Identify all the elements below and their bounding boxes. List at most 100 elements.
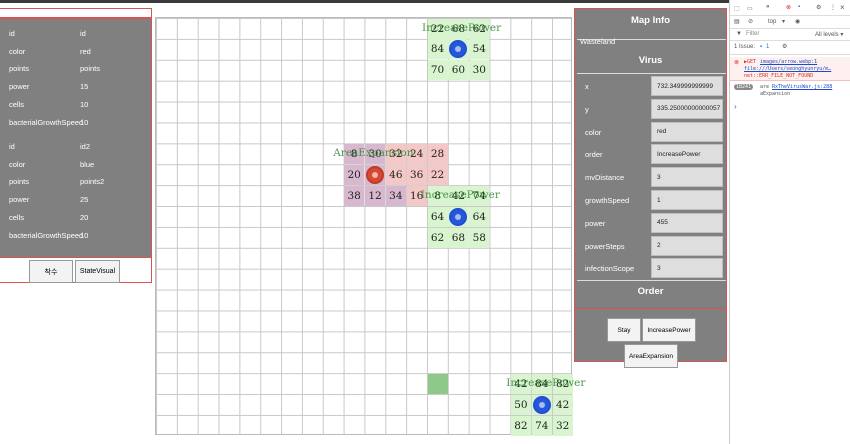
grid-cell[interactable]: 54 — [469, 39, 490, 60]
menu-icon[interactable]: ⋮ — [830, 4, 836, 11]
stat-value: points2 — [80, 177, 105, 187]
virus-field-value[interactable]: red — [651, 121, 723, 142]
grid-cell[interactable]: 64 — [427, 206, 448, 227]
left-top-input[interactable] — [0, 8, 152, 18]
area-expansion-button[interactable]: AreaExpansion — [624, 344, 678, 368]
grid-cell[interactable]: 36 — [406, 164, 427, 185]
virus-field-value[interactable]: 1 — [651, 190, 723, 210]
issues-settings-icon[interactable]: ⚙ — [782, 43, 787, 50]
error-resource-link[interactable]: images/arrow.webp:1 — [760, 59, 817, 65]
grid-cell[interactable]: 20 — [344, 164, 365, 185]
virus-field-value[interactable]: 335.25000000000057 — [651, 98, 723, 119]
grid-cell[interactable]: 84 — [427, 39, 448, 60]
virus-field-row: powerSteps 2 — [585, 235, 723, 257]
inspect-icon[interactable]: ⬚ — [734, 5, 740, 12]
console-prompt[interactable]: › — [734, 102, 737, 111]
grid-cell[interactable]: 82 — [510, 415, 531, 436]
grid-cell[interactable]: 12 — [365, 185, 385, 206]
virus-order-label: IncreasePower — [506, 377, 586, 390]
stat-row: color blue — [9, 160, 149, 170]
terrain-label: Wasteland — [580, 37, 616, 46]
virus-field-value[interactable]: 732.349999999999 — [651, 76, 723, 96]
virus-field-label: color — [585, 127, 602, 137]
left-button-bar: 착수 StateVisual — [0, 258, 152, 283]
virus-field-label: power — [585, 218, 606, 228]
stat-value: points — [80, 64, 101, 74]
virus-field-value[interactable]: 3 — [651, 258, 723, 279]
virus-field-value[interactable]: 455 — [651, 212, 723, 233]
game-board-grid[interactable]: 22 68 62 84 54 70 60 30 IncreasePower 8 30 32 24 28 20… — [155, 17, 585, 436]
grid-cell[interactable]: 58 — [469, 227, 490, 248]
map-info-title: Map Info — [630, 15, 671, 26]
log-text-continued: aExpansion — [760, 91, 791, 97]
clear-console-icon[interactable]: ⊘ — [748, 18, 753, 25]
virus-order-label: AreaExpansion — [333, 147, 414, 160]
error-count-icon[interactable]: ⊗ — [786, 4, 791, 11]
stat-key: bacterialGrowthSpeed — [9, 117, 84, 127]
sidebar-toggle-icon[interactable]: ▤ — [734, 18, 740, 25]
grid-cell[interactable]: 60 — [448, 60, 469, 81]
more-tabs-icon[interactable]: » — [766, 4, 769, 10]
error-file-link[interactable]: file:///Users/seonghyunryu/m… — [744, 66, 831, 72]
filter-icon: ▼ — [736, 31, 742, 37]
stat-key: color — [9, 159, 26, 169]
grid-cell[interactable]: 46 — [385, 164, 406, 185]
grid-cell[interactable]: 28 — [427, 143, 448, 164]
virus-field-row: growthSpeed 1 — [585, 190, 723, 211]
grid-cell[interactable]: 30 — [469, 60, 490, 81]
virus-field-value[interactable]: 3 — [651, 167, 723, 188]
filter-input[interactable]: Filter — [746, 31, 759, 37]
issues-label[interactable]: 1 Issue: — [734, 44, 755, 50]
stat-row: color red — [9, 47, 149, 57]
devtools-panel: ⬚ ▭ » ⊗ ▪ ⚙ ⋮ × ▤ ⊘ top ▾ ◉ ▼ Filter All… — [729, 0, 850, 444]
stat-key: points — [9, 177, 30, 187]
increase-power-button[interactable]: IncreasePower — [642, 318, 696, 342]
grid-cell[interactable]: 62 — [427, 227, 448, 248]
error-message: net::ERR_FILE_NOT_FOUND — [744, 73, 814, 79]
stat-value: id2 — [80, 142, 91, 151]
grid-cell[interactable]: 50 — [510, 394, 531, 415]
infected-cell[interactable] — [427, 373, 448, 394]
log-levels-dropdown[interactable]: All levels ▾ — [815, 31, 843, 38]
virus-field-label: x — [585, 82, 589, 91]
grid-cell[interactable]: 42 — [552, 394, 573, 415]
blue-virus-icon[interactable] — [532, 395, 551, 414]
virus-field-row: y 335.25000000000057 — [585, 98, 723, 120]
context-selector[interactable]: top — [768, 19, 776, 25]
stat-row: bacterialGrowthSpeed 10 — [9, 231, 149, 241]
grid-cell[interactable]: 74 — [531, 415, 552, 436]
grid-cell[interactable]: 38 — [344, 185, 365, 206]
settings-icon[interactable]: ⚙ — [816, 4, 821, 11]
stat-value: 25 — [80, 195, 89, 205]
virus-field-label: order — [585, 150, 603, 160]
log-text: are — [760, 84, 770, 90]
grid-cell[interactable]: 64 — [469, 206, 490, 227]
surrender-button[interactable]: 착수 — [29, 260, 73, 283]
device-toolbar-icon[interactable]: ▭ — [747, 5, 753, 12]
grid-cell[interactable]: 34 — [385, 185, 406, 206]
stat-key: id — [9, 142, 15, 151]
eye-icon[interactable]: ◉ — [795, 18, 800, 25]
error-method: ▶GET — [744, 59, 757, 65]
stat-row: id id — [9, 29, 149, 39]
grid-cell[interactable]: 22 — [427, 164, 448, 185]
log-source-link[interactable]: RxTheVirusWar.js:288 — [772, 84, 832, 90]
stat-value: 10 — [80, 99, 89, 109]
grid-cell[interactable]: 70 — [427, 60, 448, 81]
stay-button[interactable]: Stay — [607, 318, 641, 342]
virus-field-value[interactable]: 2 — [651, 235, 723, 256]
issues-count-icon[interactable]: ▪ — [798, 4, 800, 10]
stat-key: cells — [9, 99, 25, 109]
grid-cell[interactable]: 68 — [448, 227, 469, 248]
stat-row: points points2 — [9, 177, 149, 187]
close-icon[interactable]: × — [840, 3, 845, 12]
state-visual-button[interactable]: StateVisual — [75, 260, 120, 283]
issues-count[interactable]: 1 — [766, 44, 769, 50]
stat-row: cells 20 — [9, 213, 149, 223]
red-virus-icon[interactable] — [366, 165, 384, 184]
grid-cell[interactable]: 32 — [552, 415, 573, 436]
virus-field-label: growthSpeed — [585, 196, 630, 205]
virus-field-value[interactable]: IncreasePower — [651, 144, 723, 165]
blue-virus-icon[interactable] — [449, 207, 468, 226]
stat-value: 10 — [80, 230, 89, 240]
